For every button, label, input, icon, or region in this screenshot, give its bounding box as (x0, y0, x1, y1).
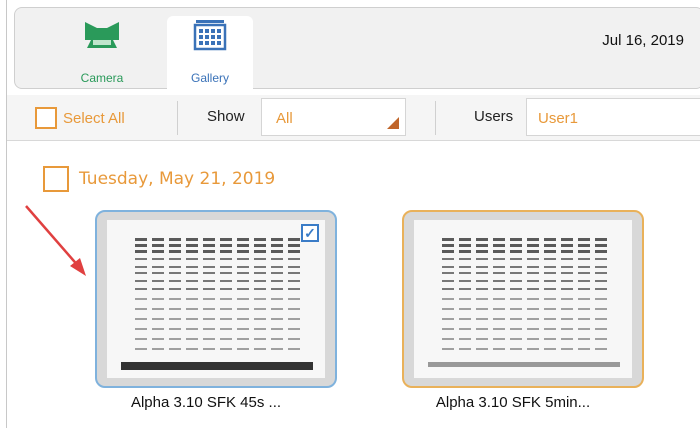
show-dropdown[interactable]: All (261, 98, 406, 136)
gallery-thumbnail-card[interactable]: ✓ (95, 210, 337, 388)
header-date: Jul 16, 2019 (602, 32, 684, 49)
users-field-value: User1 (538, 110, 579, 127)
gallery-nav-button[interactable]: Gallery (167, 16, 253, 92)
gallery-nav-label: Gallery (190, 71, 229, 85)
selected-checkbox-icon[interactable]: ✓ (301, 224, 319, 242)
toolbar-divider (177, 101, 178, 135)
show-dropdown-value: All (276, 110, 293, 127)
gallery-thumbnail-card[interactable] (402, 210, 644, 388)
top-header: Camera Gallery Jul 16, 2019 (14, 7, 700, 92)
thumbnail-title: Alpha 3.10 SFK 45s ... (130, 394, 282, 411)
gallery-toolbar: Select All Show All Users User1 (7, 95, 700, 141)
users-field[interactable]: User1 (526, 98, 700, 136)
gallery-icon (193, 20, 227, 51)
annotation-arrow-icon (25, 205, 86, 276)
thumbnail-title: Alpha 3.10 SFK 5min... (435, 394, 591, 411)
users-label: Users (474, 108, 514, 125)
show-label: Show (207, 108, 245, 125)
blot-image (414, 220, 632, 378)
blot-image (107, 220, 325, 378)
toolbar-divider (435, 101, 436, 135)
date-group-label: Tuesday, May 21, 2019 (79, 169, 276, 189)
dropdown-corner-icon (387, 117, 399, 129)
